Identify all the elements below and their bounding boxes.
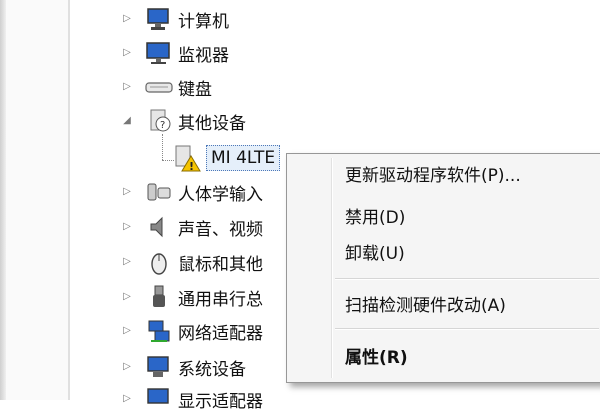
menu-separator [335,328,599,330]
tree-item-label: 网络适配器 [178,323,263,344]
selected-device-label: MI 4LTE [206,145,281,171]
tree-item-system-devices[interactable]: ▷ 系统设备 [120,350,246,384]
network-adapter-icon [144,316,174,346]
expand-arrow-icon[interactable]: ▷ [120,324,134,338]
computer-icon [144,4,174,34]
expand-arrow-icon[interactable]: ▷ [120,360,134,374]
expand-arrow-icon[interactable]: ▷ [120,80,134,94]
mouse-icon [144,247,174,277]
hid-icon [144,177,174,207]
display-adapter-icon [144,384,174,414]
tree-item-label: 键盘 [178,79,212,100]
tree-item-mice[interactable]: ▷ 鼠标和其他 [120,245,263,279]
tree-item-keyboards[interactable]: ▷ 键盘 [120,70,212,104]
expand-arrow-icon[interactable]: ▷ [120,220,134,234]
menu-item-disable[interactable]: 禁用(D) [345,200,405,230]
tree-item-label: 其他设备 [178,113,246,134]
tree-item-label: 显示适配器 [178,391,263,412]
tree-item-label: 计算机 [178,11,229,32]
tree-item-other-devices[interactable]: ◢ ? 其他设备 [120,104,246,138]
expand-arrow-icon[interactable]: ▷ [120,392,134,406]
tree-item-sound-video[interactable]: ▷ 声音、视频 [120,210,263,244]
menu-gutter [331,158,333,378]
tree-item-label: 监视器 [178,45,229,66]
expand-arrow-icon[interactable]: ▷ [120,255,134,269]
unknown-device-icon: ? [144,106,174,136]
menu-item-scan-hardware[interactable]: 扫描检测硬件改动(A) [345,288,506,318]
keyboard-icon [144,72,174,102]
expand-arrow-icon[interactable]: ▷ [120,185,134,199]
tree-item-usb[interactable]: ▷ 通用串行总 [120,280,263,314]
collapse-arrow-icon[interactable]: ◢ [120,114,134,128]
tree-line [162,134,164,160]
tree-item-display-adapters[interactable]: ▷ 显示适配器 [120,382,263,416]
tree-item-network-adapters[interactable]: ▷ 网络适配器 [120,314,263,348]
tree-item-mi-4lte[interactable]: ! MI 4LTE [172,141,281,175]
tree-item-label: 声音、视频 [178,219,263,240]
expand-arrow-icon[interactable]: ▷ [120,290,134,304]
context-menu: 更新驱动程序软件(P)... 禁用(D) 卸载(U) 扫描检测硬件改动(A) 属… [286,153,600,383]
tree-item-label: 通用串行总 [178,289,263,310]
expand-arrow-icon[interactable]: ▷ [120,12,134,26]
menu-item-uninstall[interactable]: 卸载(U) [345,236,405,266]
speaker-icon [144,212,174,242]
tree-item-label: 人体学输入 [178,184,263,205]
tree-item-computer[interactable]: ▷ 计算机 [120,2,229,36]
warning-device-icon: ! [172,143,202,173]
tree-item-label: 系统设备 [178,359,246,380]
menu-item-update-driver[interactable]: 更新驱动程序软件(P)... [345,158,521,188]
system-device-icon [144,352,174,382]
svg-text:?: ? [160,120,165,131]
monitor-icon [144,38,174,68]
menu-item-properties[interactable]: 属性(R) [345,340,408,370]
usb-icon [144,282,174,312]
tree-item-monitors[interactable]: ▷ 监视器 [120,36,229,70]
tree-item-label: 鼠标和其他 [178,254,263,275]
menu-separator [335,278,599,280]
svg-text:!: ! [189,160,194,173]
tree-item-hid[interactable]: ▷ 人体学输入 [120,175,263,209]
expand-arrow-icon[interactable]: ▷ [120,46,134,60]
